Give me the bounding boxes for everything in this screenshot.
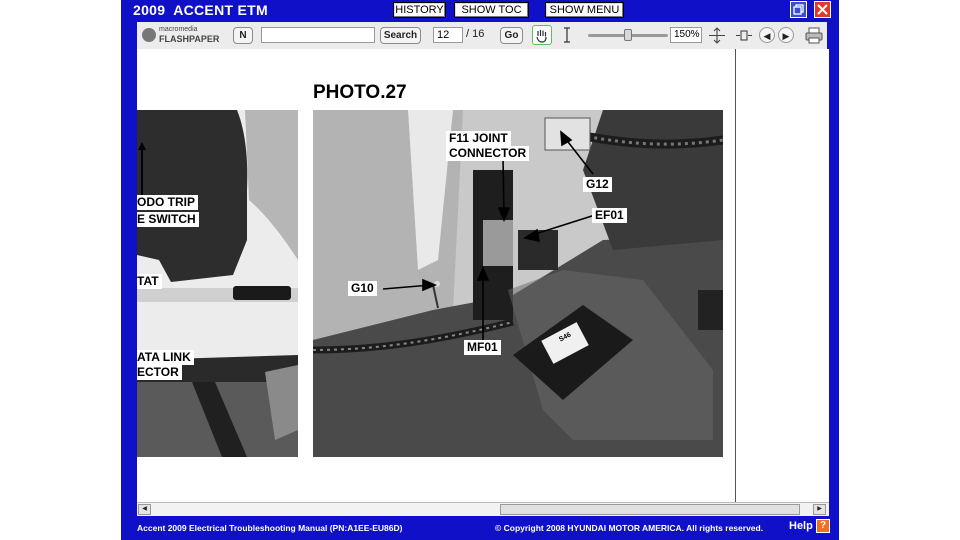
show-toc-button[interactable]: SHOW TOC [454,2,529,18]
fit-width-icon [736,30,752,41]
label-g12: G12 [583,177,612,192]
page-edge [735,49,736,502]
document-viewport: PHOTO.27 ODO TRIP E SWITCH TAT ATA LINK … [137,49,829,502]
fit-page-icon [709,27,725,44]
text-cursor-icon [564,27,570,43]
label-mf01: MF01 [464,340,501,355]
right-margin [839,0,960,540]
horizontal-scroll-thumb[interactable] [500,504,800,515]
restore-icon [793,4,804,15]
zoom-level[interactable]: 150% [670,27,702,43]
printer-icon [805,27,823,44]
n-button[interactable]: N [233,27,253,44]
app-title: 2009 ACCENT ETM [133,2,268,18]
brand-bottom: FLASHPAPER [159,34,220,44]
text-select-tool-button[interactable] [560,26,574,44]
scroll-right-icon[interactable]: ▶ [813,504,826,515]
copyright-text: © Copyright 2008 HYUNDAI MOTOR AMERICA. … [495,523,764,533]
print-button[interactable] [804,26,824,45]
main-photo: F11 JOINT CONNECTOR G12 EF01 G10 MF01 S4… [313,110,723,457]
next-page-icon[interactable]: ▶ [778,27,794,43]
label-g10: G10 [348,281,377,296]
fit-page-button[interactable] [708,27,726,44]
help-icon[interactable]: ? [816,519,830,533]
scroll-left-icon[interactable]: ◀ [138,504,151,515]
etm-window: 2009 ACCENT ETM HISTORY SHOW TOC SHOW ME… [121,0,839,540]
title-bar: 2009 ACCENT ETM HISTORY SHOW TOC SHOW ME… [121,0,839,20]
manual-title: Accent 2009 Electrical Troubleshooting M… [137,523,403,533]
photo-title: PHOTO.27 [313,82,407,103]
left-photo: ODO TRIP E SWITCH TAT ATA LINK ECTOR [137,110,298,457]
hand-icon [536,30,547,43]
label-ef01: EF01 [592,208,627,223]
label-odo-trip: ODO TRIP [137,195,199,210]
history-button[interactable]: HISTORY [393,2,446,18]
search-button[interactable]: Search [380,27,421,44]
zoom-slider-thumb[interactable] [624,29,632,41]
hand-tool-button[interactable] [532,25,552,45]
restore-window-button[interactable] [790,1,807,18]
flashpaper-toolbar: macromedia FLASHPAPER N Search 12 / 16 G… [137,22,827,50]
previous-page-icon[interactable]: ◀ [759,27,775,43]
horizontal-scrollbar[interactable]: ◀ ▶ [137,502,829,516]
footer-bar: Accent 2009 Electrical Troubleshooting M… [121,516,839,540]
page-number-input[interactable]: 12 [433,27,463,43]
left-margin [0,0,121,540]
show-menu-button[interactable]: SHOW MENU [545,2,624,18]
label-tat: TAT [137,274,162,289]
fit-width-button[interactable] [735,27,753,44]
close-window-button[interactable] [814,1,831,18]
go-button[interactable]: Go [500,27,523,44]
label-f11-connector: CONNECTOR [446,146,530,161]
help-link[interactable]: Help [789,520,813,532]
label-data-link: ATA LINK [137,350,194,365]
label-switch: E SWITCH [137,212,199,227]
label-f11-joint: F11 JOINT [446,131,511,146]
brand-top: macromedia [159,26,198,33]
page-total: / 16 [466,28,485,40]
label-connector: ECTOR [137,365,182,380]
close-icon [817,4,828,15]
search-input[interactable] [261,27,375,43]
flashpaper-logo-icon [142,28,156,42]
